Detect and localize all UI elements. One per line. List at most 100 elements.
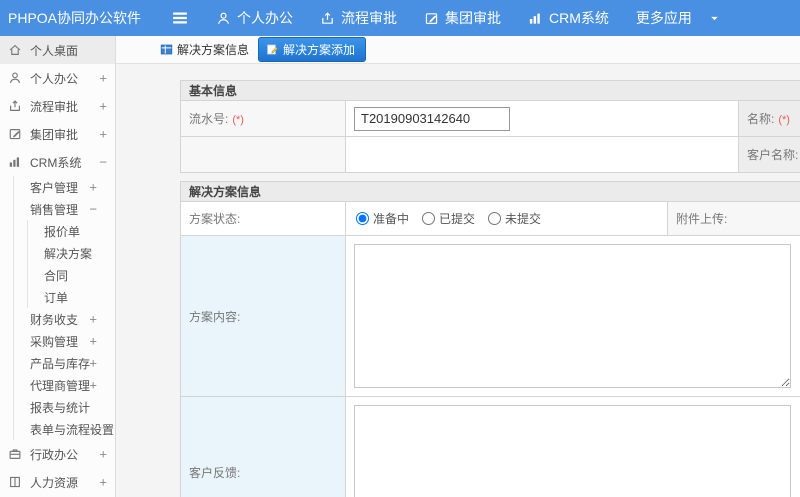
required-mark: (*) — [778, 114, 790, 126]
status-label: 方案状态: — [189, 212, 241, 226]
serial-number-input[interactable] — [354, 106, 510, 131]
name-label-cell: 名称: (*) — [738, 100, 800, 137]
solution-content-label: 方案内容: — [189, 309, 241, 324]
expand-icon[interactable]: + — [89, 180, 97, 195]
sidebar-item-solution[interactable]: 解决方案 — [0, 242, 115, 264]
sidebar-item-reports-stats[interactable]: 报表与统计 — [0, 396, 115, 418]
briefcase-icon — [8, 447, 22, 461]
radio-unsubmitted[interactable] — [488, 212, 502, 225]
name-label: 名称: — [747, 112, 775, 126]
feedback-label-cell: 客户反馈: — [180, 396, 346, 497]
status-option-unsubmitted[interactable]: 未提交 — [488, 210, 541, 227]
hamburger-icon — [170, 8, 190, 28]
solution-info-table: 解决方案信息 方案状态: 准备中 已提交 未提交 附件上传: 方案内容: 客户反… — [179, 181, 800, 497]
home-icon — [8, 43, 22, 57]
sidebar-item-form-process-settings[interactable]: 表单与流程设置 + — [0, 418, 115, 440]
sidebar-item-hr[interactable]: 人力资源 + — [0, 468, 115, 496]
sidebar-item-contract[interactable]: 合同 — [0, 264, 115, 286]
solution-content-textarea[interactable] — [354, 244, 791, 388]
section-title-basic-info: 基本信息 — [179, 80, 800, 101]
nav-item-crm-system[interactable]: CRM系统 — [528, 8, 609, 28]
nav-label: 流程审批 — [341, 10, 397, 26]
radio-submitted[interactable] — [422, 212, 436, 225]
table-icon — [160, 43, 173, 56]
status-option-preparing[interactable]: 准备中 — [356, 210, 409, 227]
tab-solution-info[interactable]: 解决方案信息 — [156, 38, 253, 61]
edit-document-icon — [266, 43, 279, 56]
expand-icon[interactable]: + — [89, 356, 97, 371]
sidebar-item-quotation[interactable]: 报价单 — [0, 220, 115, 242]
serial-number-label: 流水号: — [189, 112, 229, 126]
expand-icon[interactable]: + — [89, 422, 97, 437]
bar-chart-icon — [528, 11, 543, 26]
customer-feedback-label: 客户反馈: — [189, 465, 241, 480]
nav-item-more-apps[interactable]: 更多应用 — [636, 8, 721, 28]
app-logo-title: PHPOA协同办公软件 — [8, 10, 142, 26]
expand-icon[interactable]: + — [99, 99, 107, 114]
status-radio-group: 准备中 已提交 未提交 — [354, 210, 659, 227]
tab-label: 解决方案信息 — [177, 43, 250, 57]
sidebar-item-crm-system[interactable]: CRM系统 − — [0, 148, 115, 176]
hamburger-menu-button[interactable] — [170, 8, 192, 28]
content-label-cell: 方案内容: — [180, 235, 346, 397]
bar-chart-icon — [8, 155, 22, 169]
nav-label: 集团审批 — [445, 10, 501, 26]
sidebar-item-group-approval[interactable]: 集团审批 + — [0, 120, 115, 148]
collapse-icon[interactable]: − — [99, 155, 107, 170]
sidebar-item-customer-mgmt[interactable]: 客户管理 + — [0, 176, 115, 198]
main-content: 基本信息 流水号:(*) 名称:(*) 客户名称:(*) — [116, 64, 800, 497]
sidebar-item-finance[interactable]: 财务收支 + — [0, 308, 115, 330]
tab-bar: 解决方案信息 解决方案添加 — [116, 36, 800, 64]
nav-label: 个人办公 — [237, 10, 293, 26]
radio-preparing[interactable] — [356, 212, 369, 225]
expand-icon[interactable]: + — [89, 378, 97, 393]
sidebar-item-process-approval[interactable]: 流程审批 + — [0, 92, 115, 120]
required-mark: (*) — [232, 114, 244, 126]
sidebar: 个人桌面 个人办公 + 流程审批 + 集团审批 + CRM系统 − 客户管理 +… — [0, 36, 116, 497]
customer-feedback-textarea[interactable] — [354, 405, 791, 497]
expand-icon[interactable]: + — [99, 475, 107, 490]
solution-add-form: 基本信息 流水号:(*) 名称:(*) 客户名称:(*) — [179, 80, 800, 497]
sidebar-item-personal-desktop[interactable]: 个人桌面 — [0, 36, 115, 64]
expand-icon[interactable]: + — [89, 312, 97, 327]
attachment-label-cell: 附件上传: — [667, 201, 800, 236]
sidebar-item-agent-mgmt[interactable]: 代理商管理 + — [0, 374, 115, 396]
status-field-cell: 准备中 已提交 未提交 — [345, 201, 668, 236]
tab-solution-add[interactable]: 解决方案添加 — [258, 37, 367, 62]
sidebar-item-product-inventory[interactable]: 产品与库存 + — [0, 352, 115, 374]
customer-name-label-cell: 客户名称:(*) — [738, 136, 800, 173]
nav-label: 更多应用 — [635, 10, 692, 26]
content-field-cell — [344, 235, 800, 397]
sidebar-item-purchase-mgmt[interactable]: 采购管理 + — [0, 330, 115, 352]
serial-number-label-cell: 流水号: (*) — [180, 100, 346, 137]
sidebar-item-sales-mgmt[interactable]: 销售管理 − — [0, 198, 115, 220]
top-app-bar: PHPOA协同办公软件 个人办公 流程审批 集团审批 CRM系统 更多应用 — [0, 0, 800, 36]
empty-field-cell — [345, 136, 739, 173]
status-option-submitted[interactable]: 已提交 — [422, 210, 475, 227]
sidebar-item-personal-office[interactable]: 个人办公 + — [0, 64, 115, 92]
nav-item-process-approval[interactable]: 流程审批 — [320, 8, 397, 28]
tab-label: 解决方案添加 — [283, 43, 356, 57]
top-navigation: 个人办公 流程审批 集团审批 CRM系统 更多应用 — [216, 8, 721, 28]
nav-item-personal-office[interactable]: 个人办公 — [216, 8, 293, 28]
expand-icon[interactable]: + — [99, 447, 107, 462]
empty-label-cell — [180, 136, 346, 173]
workflow-icon — [8, 99, 22, 113]
book-icon — [8, 475, 22, 489]
serial-number-field-cell — [345, 100, 739, 137]
customer-name-label: 客户名称: — [747, 148, 799, 162]
expand-icon[interactable]: + — [89, 334, 97, 349]
sidebar-item-admin-office[interactable]: 行政办公 + — [0, 440, 115, 468]
nav-item-group-approval[interactable]: 集团审批 — [424, 8, 501, 28]
sidebar-item-order[interactable]: 订单 — [0, 286, 115, 308]
collapse-icon[interactable]: − — [89, 202, 97, 217]
edit-icon — [424, 11, 439, 26]
edit-icon — [8, 127, 22, 141]
user-icon — [8, 71, 22, 85]
chevron-down-icon — [708, 12, 721, 25]
nav-label: CRM系统 — [549, 10, 609, 26]
attachment-upload-label: 附件上传: — [676, 212, 728, 226]
expand-icon[interactable]: + — [99, 71, 107, 86]
status-label-cell: 方案状态: — [180, 201, 346, 236]
expand-icon[interactable]: + — [99, 127, 107, 142]
